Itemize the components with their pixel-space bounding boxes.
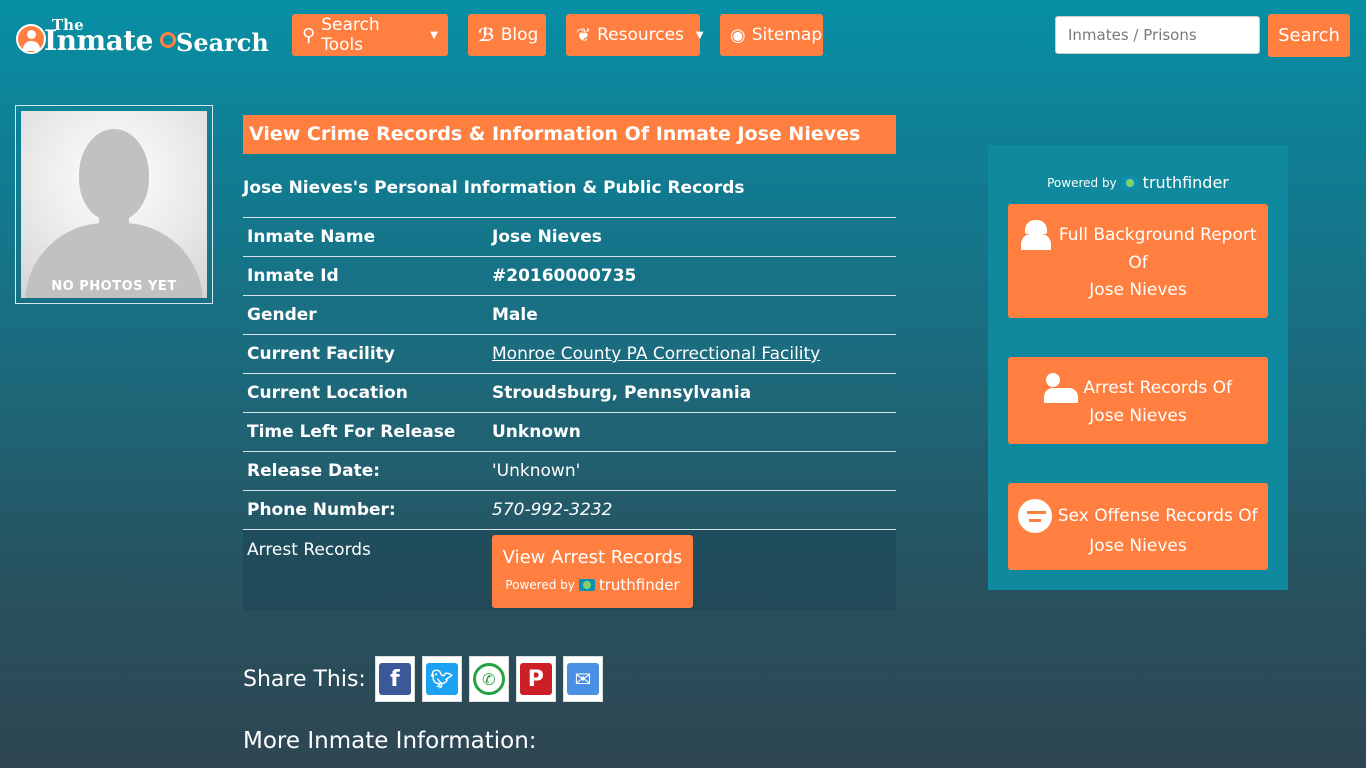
- row-key: Time Left For Release: [247, 422, 456, 442]
- table-row: Inmate Name Jose Nieves: [243, 217, 896, 256]
- nav-label: Resources: [597, 25, 684, 45]
- box-line: Jose Nieves: [1089, 406, 1187, 426]
- row-key: Phone Number:: [247, 500, 396, 520]
- table-row: Current Facility Monroe County PA Correc…: [243, 334, 896, 373]
- nav-label: Sitemap: [751, 25, 823, 45]
- row-value: Monroe County PA Correctional Facility: [492, 344, 820, 364]
- page-title: View Crime Records & Information Of Inma…: [243, 115, 896, 154]
- inmate-photo: NO PHOTOS YET: [15, 105, 213, 304]
- share-whatsapp-button[interactable]: ✆: [468, 656, 509, 702]
- pinterest-icon: P: [519, 663, 552, 695]
- section-subtitle: Jose Nieves's Personal Information & Pub…: [243, 178, 745, 198]
- nav-resources[interactable]: ❦ Resources ▼: [566, 14, 704, 56]
- leaf-icon: ❦: [576, 24, 592, 46]
- powered-by: Powered by truthfinder: [492, 576, 693, 594]
- logo-search: Search: [176, 28, 269, 57]
- search-button[interactable]: Search: [1268, 14, 1350, 57]
- search-icon: ⚲: [302, 24, 316, 46]
- row-value: Stroudsburg, Pennsylvania: [492, 383, 752, 403]
- table-row: Current Location Stroudsburg, Pennsylvan…: [243, 373, 896, 412]
- row-value: Unknown: [492, 422, 581, 442]
- row-value: Jose Nieves: [492, 227, 602, 247]
- caret-down-icon: ▼: [695, 29, 704, 41]
- user-lock-icon: [1043, 373, 1078, 403]
- magnifier-icon: [160, 32, 176, 48]
- nav-label: Search Tools: [321, 15, 380, 55]
- row-key: Current Facility: [247, 344, 395, 364]
- logo-inmate: Inmate: [44, 24, 153, 57]
- nav-label: Blog: [500, 25, 539, 45]
- sidebar-panel: Powered by truthfinder Full Background R…: [988, 145, 1288, 590]
- row-key: Inmate Name: [247, 227, 376, 247]
- box-line: Of: [1128, 253, 1148, 273]
- table-row: Phone Number: 570-992-3232: [243, 490, 896, 529]
- truthfinder-logo-icon: [1121, 176, 1138, 189]
- box-line: Jose Nieves: [1089, 536, 1187, 556]
- no-photo-label: NO PHOTOS YET: [51, 279, 177, 294]
- row-key: Inmate Id: [247, 266, 339, 286]
- row-key: Current Location: [247, 383, 408, 403]
- search-input[interactable]: [1055, 16, 1260, 54]
- spy-icon: [1019, 220, 1053, 250]
- silhouette-head: [79, 129, 149, 221]
- box-line: Arrest Records Of: [1083, 378, 1233, 398]
- row-value: #20160000735: [492, 266, 637, 286]
- share-pinterest-button[interactable]: P: [515, 656, 556, 702]
- powered-text: Powered by: [505, 578, 575, 592]
- row-key: Release Date:: [247, 461, 381, 481]
- background-report-button[interactable]: Full Background Report Of Jose Nieves: [1008, 204, 1268, 318]
- email-icon: ✉: [566, 663, 599, 695]
- box-line: Sex Offense Records Of: [1057, 506, 1258, 526]
- box-line: Jose Nieves: [1089, 280, 1187, 300]
- share-label: Share This:: [243, 666, 366, 692]
- facebook-icon: f: [378, 663, 411, 695]
- rss-icon: ◉: [730, 24, 746, 46]
- site-logo[interactable]: The Inmate Search: [14, 16, 269, 60]
- row-key: Arrest Records: [247, 540, 371, 560]
- inmate-info-table: Inmate Name Jose Nieves Inmate Id #20160…: [243, 217, 896, 611]
- share-facebook-button[interactable]: f: [374, 656, 415, 702]
- view-arrest-records-button[interactable]: View Arrest Records Powered by truthfind…: [492, 535, 693, 608]
- table-row: Inmate Id #20160000735: [243, 256, 896, 295]
- arrest-button-label: View Arrest Records: [502, 547, 683, 568]
- nav-sitemap[interactable]: ◉ Sitemap: [720, 14, 823, 56]
- caret-down-icon: ▼: [430, 29, 438, 41]
- truthfinder-brand: truthfinder: [1142, 173, 1229, 192]
- share-twitter-button[interactable]: 🐦︎: [421, 656, 462, 702]
- twitter-icon: 🐦︎: [425, 663, 458, 695]
- blog-icon: ℬ: [478, 24, 495, 46]
- angry-face-icon: [1018, 499, 1053, 533]
- row-value: Male: [492, 305, 538, 325]
- more-info-heading: More Inmate Information:: [243, 728, 537, 754]
- sex-offense-records-button[interactable]: Sex Offense Records Of Jose Nieves: [1008, 483, 1268, 570]
- table-row-arrest: Arrest Records View Arrest Records Power…: [243, 529, 896, 611]
- truthfinder-logo-icon: [578, 579, 595, 591]
- row-value: 570-992-3232: [492, 500, 613, 520]
- row-key: Gender: [247, 305, 317, 325]
- box-line: Full Background Report: [1058, 225, 1257, 245]
- truthfinder-brand: truthfinder: [598, 576, 680, 594]
- row-value: 'Unknown': [492, 461, 581, 481]
- share-bar: Share This: f 🐦︎ ✆ P ✉: [243, 656, 603, 702]
- table-row: Release Date: 'Unknown': [243, 451, 896, 490]
- facility-link[interactable]: Monroe County PA Correctional Facility: [492, 344, 820, 364]
- nav-search-tools[interactable]: ⚲ Search Tools ▼: [292, 14, 448, 56]
- nav-blog[interactable]: ℬ Blog: [468, 14, 546, 56]
- avatar-placeholder: NO PHOTOS YET: [21, 111, 207, 298]
- share-email-button[interactable]: ✉: [562, 656, 603, 702]
- table-row: Gender Male: [243, 295, 896, 334]
- whatsapp-icon: ✆: [472, 663, 505, 695]
- table-row: Time Left For Release Unknown: [243, 412, 896, 451]
- person-icon: [16, 24, 46, 54]
- sidebar-powered-by: Powered by truthfinder: [988, 173, 1288, 192]
- powered-text: Powered by: [1047, 175, 1117, 190]
- top-navbar: The Inmate Search ⚲ Search Tools ▼ ℬ Blo…: [0, 0, 1366, 72]
- arrest-records-button[interactable]: Arrest Records Of Jose Nieves: [1008, 357, 1268, 444]
